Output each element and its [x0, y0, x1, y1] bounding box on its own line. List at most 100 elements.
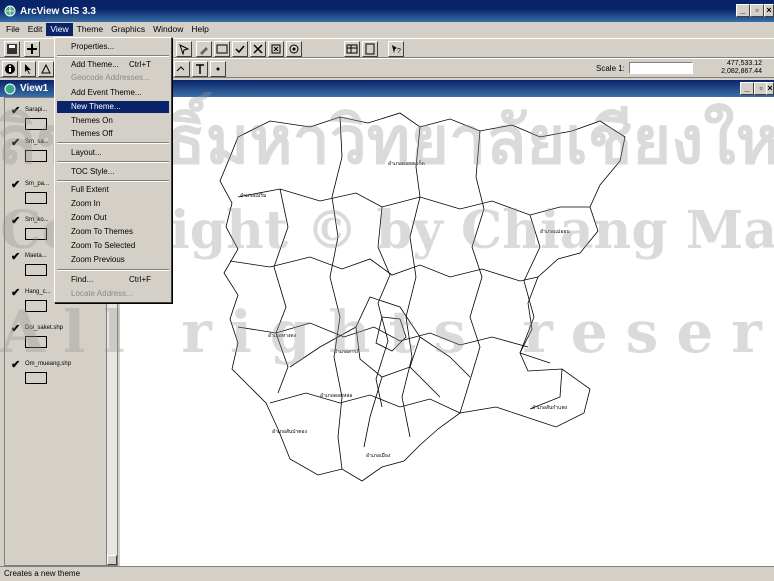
app-title: ArcView GIS 3.3	[20, 5, 96, 17]
page-icon	[365, 43, 375, 55]
menu-window[interactable]: Window	[149, 23, 187, 36]
theme-visible-checkbox[interactable]: ✔	[11, 214, 20, 227]
view-title: View1	[20, 83, 49, 94]
menu-separator	[57, 161, 169, 163]
menu-item-zoom-out[interactable]: Zoom Out	[57, 212, 169, 224]
point-tool[interactable]	[210, 61, 226, 77]
district-map: อำเภอดอยสะเก็ด อำเภอแม่ริม อำเภอแม่ออน อ…	[219, 112, 626, 482]
text-icon	[196, 64, 204, 74]
theme-symbol[interactable]	[25, 336, 47, 348]
arcview-globe-icon	[4, 5, 16, 17]
vertex-icon	[41, 63, 51, 74]
menu-view[interactable]: View	[46, 23, 73, 36]
view-minimize-button[interactable]: _	[740, 82, 754, 95]
theme-visible-checkbox[interactable]: ✔	[11, 178, 20, 191]
shortcut-label: Ctrl+T	[129, 60, 151, 69]
scroll-down-arrow[interactable]	[107, 555, 117, 565]
menubar: File Edit View Theme Graphics Window Hel…	[0, 22, 774, 37]
map-boundary	[375, 316, 407, 352]
menu-item-themes-on[interactable]: Themes On	[57, 115, 169, 127]
menu-item-zoom-to-selected[interactable]: Zoom To Selected	[57, 240, 169, 252]
map-canvas[interactable]: อำเภอดอยสะเก็ด อำเภอแม่ริม อำเภอแม่ออน อ…	[120, 97, 774, 566]
menu-item-properties[interactable]: Properties...	[57, 41, 169, 53]
theme-visible-checkbox[interactable]: ✔	[11, 322, 20, 335]
map-label: อำเภอแม่ออน	[540, 229, 570, 235]
map-label: อำเภอเมือง	[366, 452, 391, 459]
zoom-selected-button[interactable]	[268, 41, 284, 57]
add-theme-button[interactable]	[24, 41, 40, 57]
text-tool[interactable]	[192, 61, 208, 77]
view-close-button[interactable]: ×	[766, 82, 774, 95]
menu-item-label: Find...	[71, 275, 94, 284]
toc-theme[interactable]: ✔ Doi_saket.shp	[11, 322, 107, 354]
theme-symbol[interactable]	[25, 118, 47, 130]
view-dropdown-menu: Properties... Add Theme... Ctrl+T Geocode…	[54, 37, 172, 303]
theme-symbol[interactable]	[25, 192, 47, 204]
theme-symbol[interactable]	[25, 300, 47, 312]
info-icon	[5, 64, 15, 74]
map-label: อำเภอสันกำแพง	[532, 405, 568, 411]
minimize-button[interactable]: _	[736, 4, 750, 17]
menu-item-themes-off[interactable]: Themes Off	[57, 128, 169, 140]
select-feature-button[interactable]	[176, 41, 192, 57]
coord-y: 2,082,867.44	[721, 68, 762, 75]
theme-visible-checkbox[interactable]: ✔	[11, 358, 20, 371]
theme-symbol[interactable]	[25, 150, 47, 162]
save-project-button[interactable]	[4, 41, 20, 57]
zoom-box-icon	[271, 44, 281, 54]
theme-visible-checkbox[interactable]: ✔	[11, 136, 20, 149]
theme-visible-checkbox[interactable]: ✔	[11, 286, 20, 299]
pencil-icon	[200, 47, 208, 55]
toc-theme[interactable]: ✔ Om_mueang.shp	[11, 358, 107, 390]
scale-input[interactable]	[628, 62, 693, 74]
draw-tool[interactable]	[174, 61, 190, 77]
zoom-full-button[interactable]	[232, 41, 248, 57]
menu-help[interactable]: Help	[187, 23, 212, 36]
zoom-active-button[interactable]	[250, 41, 266, 57]
identify-tool[interactable]	[2, 61, 18, 77]
menu-item-find[interactable]: Find... Ctrl+F	[57, 274, 169, 286]
theme-name: Sarapi...	[25, 107, 48, 113]
menu-item-add-theme[interactable]: Add Theme... Ctrl+T	[57, 59, 169, 71]
theme-visible-checkbox[interactable]: ✔	[11, 104, 20, 117]
menu-item-new-theme[interactable]: New Theme...	[57, 101, 169, 113]
maximize-button[interactable]: ▫	[750, 4, 764, 17]
theme-properties-button[interactable]	[196, 41, 212, 57]
table-icon	[346, 44, 358, 54]
menu-theme[interactable]: Theme	[73, 23, 107, 36]
svg-text:?: ?	[397, 48, 401, 55]
theme-name: Sm_pa...	[25, 181, 50, 187]
menu-item-zoom-in[interactable]: Zoom In	[57, 198, 169, 210]
help-arrow-icon: ?	[392, 45, 401, 55]
open-table-button[interactable]	[344, 41, 360, 57]
vertex-edit-tool[interactable]	[38, 61, 54, 77]
legend-icon	[216, 44, 228, 54]
shortcut-label: Ctrl+F	[129, 275, 151, 284]
menu-item-geocode: Geocode Addresses...	[71, 73, 150, 82]
theme-symbol[interactable]	[25, 372, 47, 384]
help-button[interactable]: ?	[388, 41, 404, 57]
menu-file[interactable]: File	[2, 23, 24, 36]
menu-item-layout[interactable]: Layout...	[57, 147, 169, 159]
pointer-icon	[25, 64, 31, 74]
menu-item-locate-address: Locate Address...	[71, 289, 133, 298]
menu-item-zoom-previous[interactable]: Zoom Previous	[57, 254, 169, 266]
menu-item-zoom-to-themes[interactable]: Zoom To Themes	[57, 226, 169, 238]
zoom-previous-button[interactable]	[286, 41, 302, 57]
theme-name: Sm_sa...	[25, 139, 49, 145]
close-button[interactable]: ×	[764, 4, 774, 17]
menu-separator	[57, 55, 169, 57]
map-boundary	[219, 112, 626, 482]
pointer-tool[interactable]	[20, 61, 36, 77]
theme-symbol[interactable]	[25, 228, 47, 240]
edit-legend-button[interactable]	[214, 41, 230, 57]
menu-edit[interactable]: Edit	[24, 23, 47, 36]
menu-item-full-extent[interactable]: Full Extent	[57, 184, 169, 196]
theme-symbol[interactable]	[25, 264, 47, 276]
layout-button[interactable]	[362, 41, 378, 57]
menu-item-toc-style[interactable]: TOC Style...	[57, 166, 169, 178]
menu-graphics[interactable]: Graphics	[107, 23, 149, 36]
menu-item-add-event-theme[interactable]: Add Event Theme...	[57, 87, 169, 99]
theme-visible-checkbox[interactable]: ✔	[11, 250, 20, 263]
map-label: อำเภอดอยสะเก็ด	[388, 159, 425, 167]
